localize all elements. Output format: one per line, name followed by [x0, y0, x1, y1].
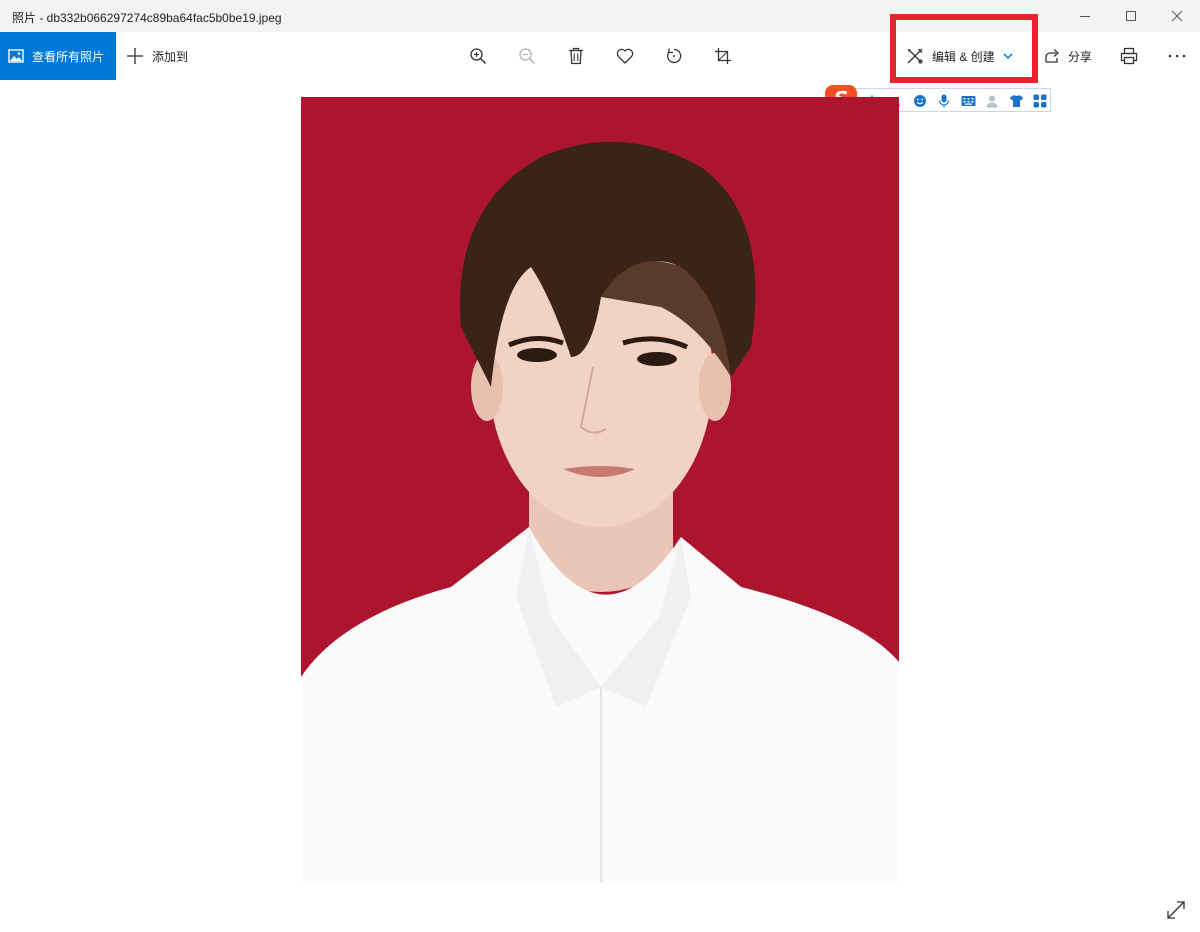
rotate-icon [666, 48, 682, 64]
minimize-icon [1080, 16, 1090, 17]
add-to-label: 添加到 [152, 49, 189, 64]
crop-button[interactable] [703, 32, 743, 80]
close-icon [1171, 10, 1183, 22]
print-button[interactable] [1109, 32, 1149, 80]
gallery-icon [8, 49, 24, 63]
ime-emoji-button[interactable] [911, 92, 929, 110]
user-icon [986, 95, 998, 108]
ime-skin-button[interactable] [1007, 92, 1025, 110]
close-button[interactable] [1154, 0, 1200, 32]
zoom-out-icon [519, 48, 536, 65]
chevron-down-icon [1003, 53, 1013, 59]
share-label: 分享 [1068, 49, 1093, 64]
all-photos-button[interactable]: 查看所有照片 [0, 32, 116, 80]
fullscreen-button[interactable] [1162, 896, 1190, 924]
keyboard-icon [961, 96, 975, 106]
ime-toolbox-button[interactable] [1031, 92, 1049, 110]
crop-icon [715, 48, 731, 64]
window-title: 照片 - db332b066297274c89ba64fac5b0be19.jp… [12, 11, 282, 25]
expand-icon [1167, 901, 1185, 919]
heart-icon [616, 48, 634, 64]
maximize-icon [1126, 11, 1136, 21]
edit-create-button[interactable]: 编辑 & 创建 [906, 32, 1013, 80]
all-photos-label: 查看所有照片 [32, 49, 105, 64]
toolbar: 查看所有照片 添加到 编辑 & 创建 分享 [0, 32, 1200, 80]
delete-button[interactable] [556, 32, 596, 80]
edit-create-label: 编辑 & 创建 [932, 49, 995, 64]
add-to-button[interactable]: 添加到 [126, 32, 188, 80]
more-button[interactable] [1157, 32, 1197, 80]
shirt-icon [1009, 95, 1023, 107]
photo-viewer-image[interactable] [301, 97, 899, 883]
share-icon [1045, 49, 1059, 63]
ime-user-button[interactable] [983, 92, 1001, 110]
smiley-icon [914, 95, 926, 107]
edit-create-icon [907, 48, 923, 64]
favorite-button[interactable] [605, 32, 645, 80]
zoom-in-icon [470, 48, 487, 65]
grid-icon [1033, 94, 1047, 108]
zoom-out-button[interactable] [507, 32, 547, 80]
ime-voice-button[interactable] [935, 92, 953, 110]
rotate-button[interactable] [654, 32, 694, 80]
microphone-icon [938, 94, 950, 108]
maximize-button[interactable] [1108, 0, 1154, 32]
trash-icon [569, 47, 583, 65]
share-button[interactable]: 分享 [1044, 32, 1092, 80]
zoom-in-button[interactable] [458, 32, 498, 80]
minimize-button[interactable] [1062, 0, 1108, 32]
more-icon [1168, 54, 1186, 58]
plus-icon [127, 48, 143, 64]
portrait-photo [301, 97, 899, 883]
ime-keyboard-button[interactable] [959, 92, 977, 110]
title-bar: 照片 - db332b066297274c89ba64fac5b0be19.jp… [0, 0, 1200, 32]
print-icon [1120, 47, 1138, 65]
